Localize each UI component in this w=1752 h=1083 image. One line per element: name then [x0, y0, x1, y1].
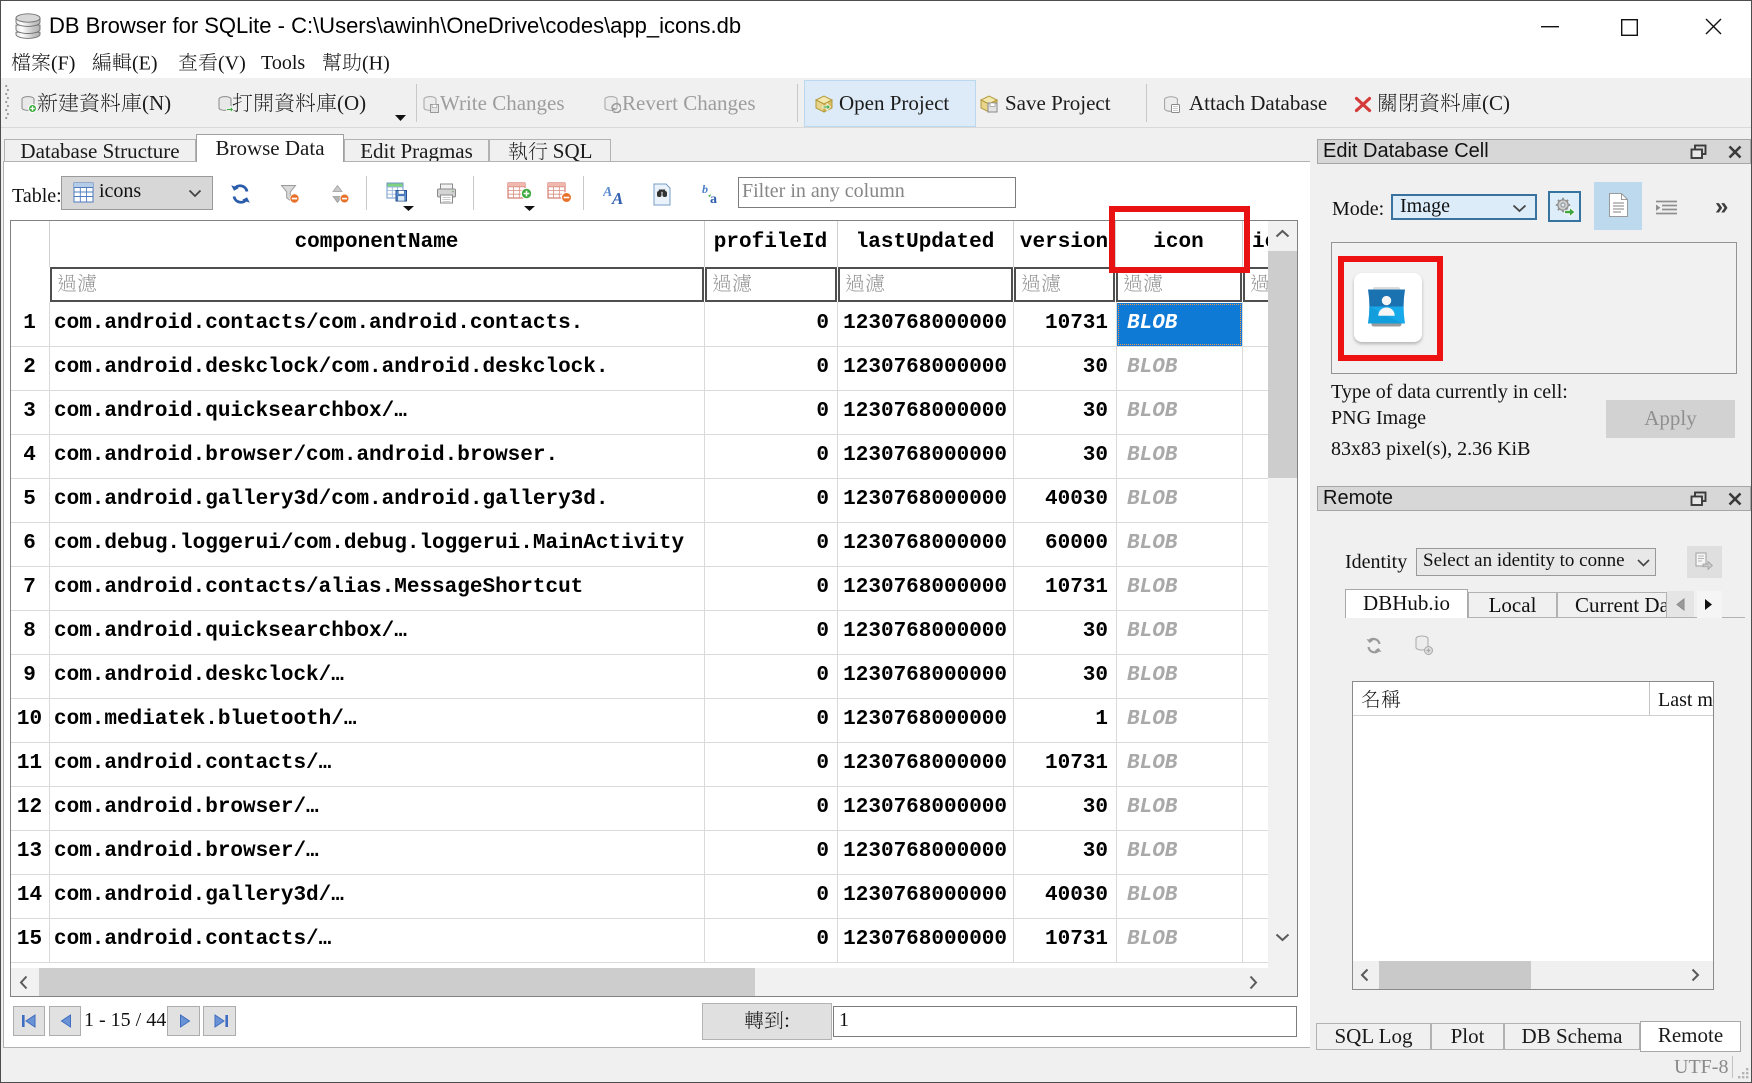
svg-text:A: A: [603, 185, 612, 200]
svg-text:b: b: [702, 183, 708, 196]
svg-text:a: a: [710, 192, 717, 205]
svg-text:A: A: [611, 189, 623, 205]
